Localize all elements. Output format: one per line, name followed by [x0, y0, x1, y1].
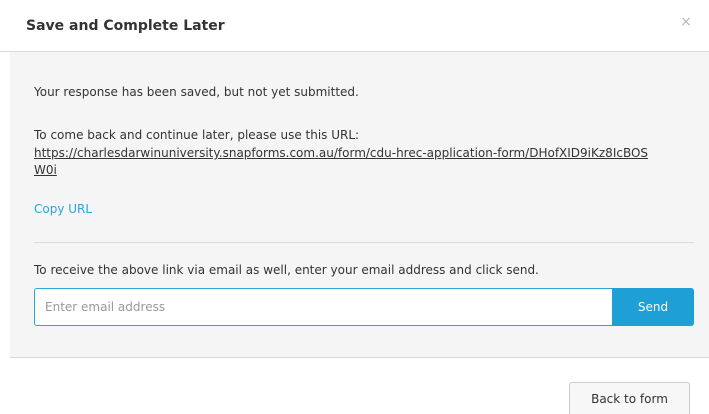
save-and-complete-later-dialog: Save and Complete Later × Your response … [0, 0, 709, 414]
close-icon[interactable]: × [677, 13, 695, 31]
dialog-title: Save and Complete Later [26, 18, 225, 34]
back-to-form-button[interactable]: Back to form [569, 382, 690, 414]
dialog-body: Your response has been saved, but not ye… [10, 52, 709, 358]
dialog-header: Save and Complete Later × [0, 0, 709, 52]
email-input[interactable] [34, 288, 612, 326]
saved-message: Your response has been saved, but not ye… [34, 85, 359, 99]
copy-url-link[interactable]: Copy URL [34, 201, 92, 218]
resume-url-link[interactable]: https://charlesdarwinuniversity.snapform… [34, 145, 654, 179]
send-button[interactable]: Send [612, 288, 694, 326]
email-instructions: To receive the above link via email as w… [34, 263, 539, 277]
continue-later-message: To come back and continue later, please … [34, 128, 360, 142]
divider [34, 242, 694, 243]
email-input-group: Send [34, 288, 694, 326]
